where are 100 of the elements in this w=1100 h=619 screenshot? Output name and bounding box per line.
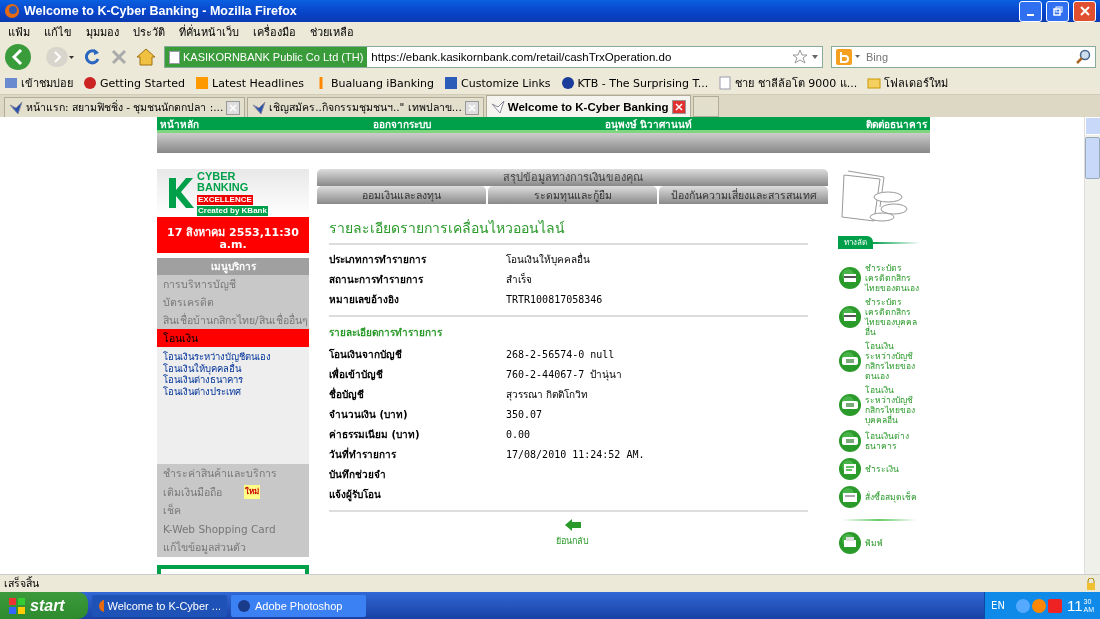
bill-icon [838, 457, 862, 481]
bookmark-icon [4, 76, 18, 90]
search-engine-icon[interactable] [836, 49, 862, 65]
tab-icon [9, 100, 23, 115]
browser-tab[interactable]: หน้าแรก: สยามฟิชชิ่ง - ชุมชนนักตกปลา :... [4, 97, 246, 117]
field-label: เพื่อเข้าบัญชี [329, 366, 384, 382]
logo-credit: Created by KBank [197, 205, 268, 216]
field-value: 350.07 [506, 408, 543, 420]
field-label: หมายเลขอ้างอิง [329, 292, 400, 307]
shortcut-link[interactable]: สั่งซื้อสมุดเช็ค [865, 492, 919, 502]
bookmark-icon [718, 76, 733, 90]
shortcut-link[interactable]: ชำระเงิน [865, 464, 919, 474]
bookmark[interactable]: KTB - The Surprising T... [560, 76, 709, 90]
transfer-icon [838, 429, 862, 453]
book-icon [838, 485, 862, 509]
submenu-link[interactable]: โอนเงินระหว่างบัญชีตนเอง [163, 351, 303, 363]
search-icon[interactable] [1075, 49, 1091, 65]
menu-header: เมนูบริการ [157, 258, 309, 275]
shortcut-link[interactable]: โอนเงินระหว่างบัญชีกสิกรไทยของตนเอง [865, 341, 919, 381]
field-label: ประเภทการทำรายการ [329, 252, 427, 267]
menu-item[interactable]: โอนเงิน [157, 329, 309, 347]
logo-text: CYBER [197, 170, 237, 182]
menu-item[interactable]: มุมมอง [86, 23, 119, 41]
bookmark[interactable]: Customize Links [444, 76, 551, 90]
bookmark[interactable]: Latest Headlines [195, 76, 304, 90]
browser-tab[interactable]: Welcome to K-Cyber Banking [485, 95, 691, 117]
tab-close-icon[interactable] [464, 100, 479, 115]
bookmark[interactable]: Getting Started [83, 76, 186, 90]
minimize-button[interactable] [1019, 0, 1042, 22]
stop-icon[interactable] [110, 48, 128, 66]
print-link[interactable]: พิมพ์ [865, 538, 919, 548]
close-button[interactable] [1073, 0, 1096, 22]
restore-icon [1052, 6, 1063, 16]
page-icon [169, 50, 180, 64]
summary-tab[interactable]: ระดมทุนและกู้ยืม [488, 186, 657, 204]
summary-tab[interactable]: ออมเงินและลงทุน [317, 186, 486, 204]
tab-close-icon[interactable] [671, 99, 686, 114]
page-title: รายละเอียดรายการเคลื่อนไหวออนไลน์ [329, 218, 566, 237]
card-icon [838, 266, 862, 290]
bookmark[interactable]: เข้าชมบ่อย [4, 74, 73, 92]
summary-header: สรุปข้อมูลทางการเงินของคุณ [317, 169, 828, 186]
new-tab-button[interactable] [692, 96, 719, 117]
reload-icon[interactable] [82, 47, 102, 67]
taskbar-button[interactable]: Welcome to K-Cyber ... [92, 594, 227, 617]
bookmark-icon [867, 76, 882, 90]
back-button[interactable]: ย้อนกลับ [547, 518, 598, 548]
bookmark-icon [83, 76, 97, 90]
transfer-icon [838, 349, 862, 373]
field-label: จำนวนเงิน (บาท) [329, 407, 409, 422]
minimize-icon [1027, 14, 1034, 16]
shortcuts-header: ทางลัด [838, 236, 873, 249]
logo-text: BANKING [197, 181, 250, 193]
field-value: 268-2-56574-0 null [506, 348, 615, 360]
shortcut-link[interactable]: ชำระบัตรเครดิตกสิกรไทยของบุคคลอื่น [865, 297, 919, 337]
windows-logo-icon [8, 596, 26, 615]
logo-badge: EXCELLENCE [197, 194, 253, 205]
shortcut-link[interactable]: โอนเงินระหว่างบัญชีกสิกรไทยของบุคคลอื่น [865, 385, 919, 425]
submenu-link[interactable]: โอนเงินให้บุคคลอื่น [163, 362, 303, 375]
tab-icon [490, 99, 505, 114]
taskbar-button[interactable]: Adobe Photoshop [231, 594, 366, 617]
submenu-link[interactable]: โอนเงินต่างประเทศ [163, 385, 303, 398]
field-label: แจ้งผู้รับโอน [329, 487, 382, 502]
nav-link[interactable]: ออกจากระบบ [372, 119, 431, 130]
home-icon[interactable] [136, 48, 156, 66]
field-value: TRTR100817058346 [506, 293, 603, 305]
menu-item[interactable]: ประวัติ [133, 23, 165, 41]
start-button[interactable]: start [0, 592, 88, 619]
shortcut-link[interactable]: โอนเงินต่างธนาคาร [865, 431, 919, 451]
browser-tab[interactable]: เชิญสมัคร..กิจกรรมชุมชนฯ.." เทพปลาข... [247, 97, 484, 117]
menu-item[interactable]: ที่คั่นหน้าเว็บ [179, 23, 239, 41]
language-indicator[interactable]: EN [991, 600, 1005, 611]
summary-tab[interactable]: ป้องกันความเสี่ยงและสารสนเทศ [659, 186, 828, 204]
nav-link[interactable]: ติดต่อธนาคาร [865, 119, 927, 130]
field-value: 760-2-44067-7 ป้านุ่นา [506, 367, 623, 382]
menu-item[interactable]: แฟ้ม [8, 23, 30, 41]
nav-link[interactable]: หน้าหลัก [160, 119, 199, 130]
bookmark[interactable]: Bualuang iBanking [313, 76, 435, 90]
address-field[interactable]: KASIKORNBANK Public Co Ltd (TH) https://ebank.kasikornbank.com/retail/cashTrxOperation.do [164, 46, 823, 68]
field-label: ชื่อบัญชี [329, 386, 365, 402]
field-label: โอนเงินจากบัญชี [329, 347, 403, 362]
tab-close-icon[interactable] [226, 100, 241, 115]
nav-link[interactable]: อนุพงษ์ นิวาศานนท์ [604, 119, 693, 130]
field-value: สำเร็จ [506, 271, 532, 287]
close-icon [1079, 6, 1090, 16]
field-label: วันที่ทำรายการ [329, 446, 397, 462]
tray-icons[interactable] [1014, 596, 1063, 615]
bookmark-icon [195, 76, 210, 90]
scrollbar[interactable] [1084, 117, 1100, 574]
menu-item[interactable]: ช่วยเหลือ [310, 23, 354, 41]
bookmark[interactable]: ชาย ชาลีล้อโต 9000 แ... [718, 74, 858, 92]
search-box[interactable]: Bing [831, 46, 1096, 68]
url-text: https://ebank.kasikornbank.com/retail/cashTrxOperation.do [370, 51, 673, 63]
bookmark[interactable]: โฟลเดอร์ใหม่ [867, 74, 949, 92]
date-banner: 17 สิงหาคม 2553,11:30 a.m. [157, 217, 309, 253]
menu-item[interactable]: เครื่องมือ [253, 23, 296, 41]
submenu-link[interactable]: โอนเงินต่างธนาคาร [163, 374, 303, 386]
menu-item[interactable]: แก้ไข [44, 23, 72, 41]
star-icon[interactable] [792, 49, 808, 65]
shortcut-link[interactable]: ชำระบัตรเครดิตกสิกรไทยของตนเอง [865, 263, 919, 293]
restore-button[interactable] [1046, 0, 1069, 22]
